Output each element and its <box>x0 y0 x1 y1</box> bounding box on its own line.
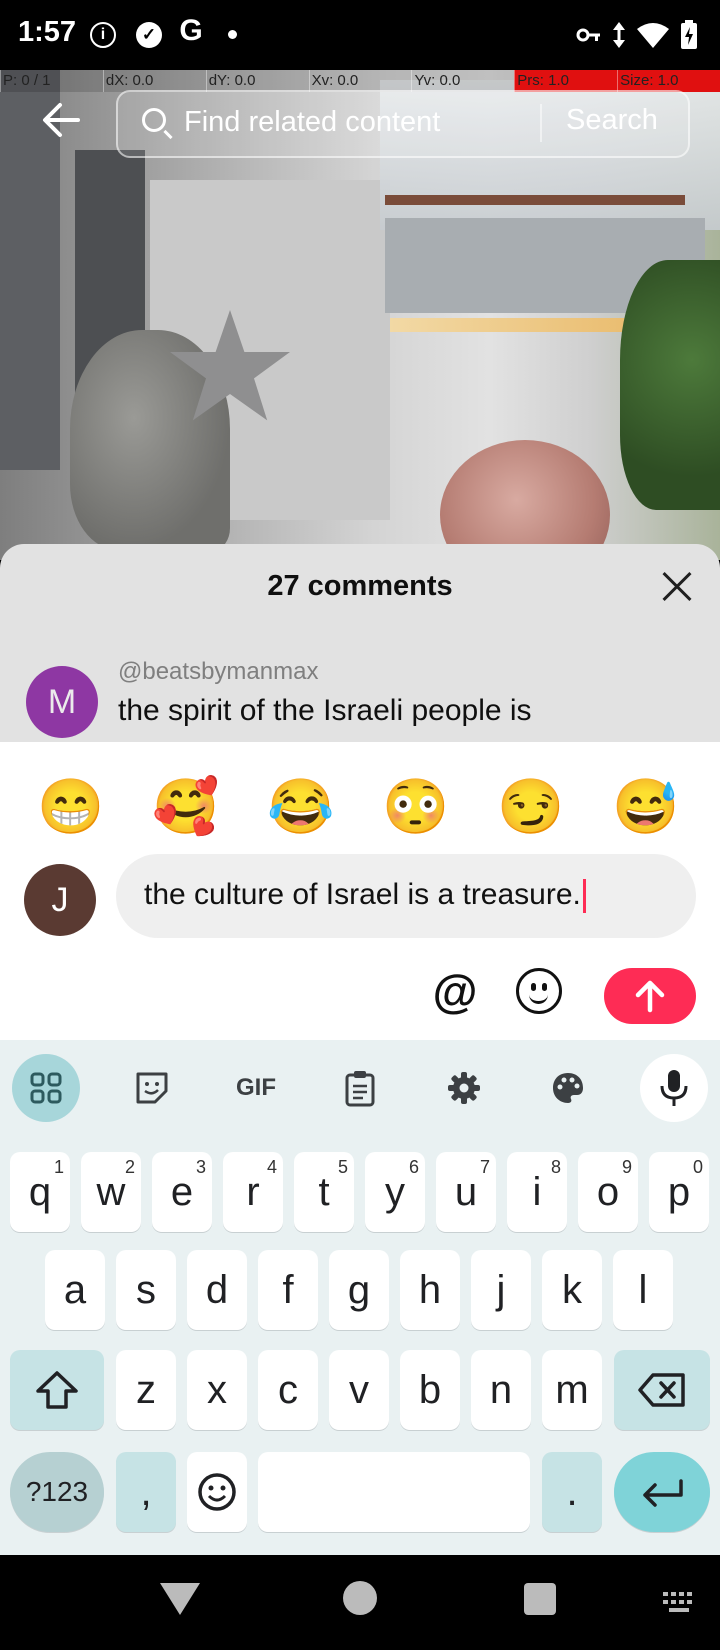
key-q[interactable]: q1 <box>10 1152 70 1232</box>
enter-arrow-icon <box>643 1479 683 1507</box>
key-s[interactable]: s <box>116 1250 176 1330</box>
key-g[interactable]: g <box>329 1250 389 1330</box>
gif-button[interactable]: GIF <box>222 1054 290 1122</box>
emoji-tears-of-joy[interactable]: 😂 <box>266 772 336 842</box>
comment-input-value: the culture of Israel is a treasure. <box>144 878 581 911</box>
pointer-size: Size: 1.0 <box>617 70 720 92</box>
space-key[interactable] <box>258 1452 530 1532</box>
pointer-dx: dX: 0.0 <box>102 70 206 92</box>
back-button[interactable] <box>38 95 88 145</box>
key-r[interactable]: r4 <box>223 1152 283 1232</box>
arrow-up-icon <box>635 980 665 1013</box>
clipboard-icon[interactable] <box>326 1054 394 1122</box>
palette-icon[interactable] <box>534 1054 602 1122</box>
smiley-icon <box>198 1473 236 1511</box>
data-arrows-icon <box>613 22 625 48</box>
key-d[interactable]: d <box>187 1250 247 1330</box>
home-circle-icon[interactable] <box>343 1581 377 1615</box>
enter-key[interactable] <box>614 1452 710 1532</box>
key-v[interactable]: v <box>329 1350 389 1430</box>
symbols-key[interactable]: ?123 <box>10 1452 104 1532</box>
sticker-icon[interactable] <box>118 1054 186 1122</box>
search-icon <box>142 108 166 132</box>
emoji-key[interactable] <box>187 1452 247 1532</box>
microphone-icon[interactable] <box>640 1054 708 1122</box>
shift-arrow-icon <box>36 1371 78 1409</box>
key-x[interactable]: x <box>187 1350 247 1430</box>
apps-grid-icon[interactable] <box>12 1054 80 1122</box>
back-triangle-icon[interactable] <box>160 1583 200 1615</box>
comment-input[interactable]: the culture of Israel is a treasure. <box>116 854 696 938</box>
shift-key[interactable] <box>10 1350 104 1430</box>
key-l[interactable]: l <box>613 1250 673 1330</box>
key-w[interactable]: w2 <box>81 1152 141 1232</box>
wifi-icon <box>637 23 669 48</box>
pointer-count: P: 0 / 1 <box>0 70 103 92</box>
comment-composer: 😁 🥰 😂 😳 😏 😅 J the culture of Israel is a… <box>0 742 720 1040</box>
key-k[interactable]: k <box>542 1250 602 1330</box>
key-m[interactable]: m <box>542 1350 602 1430</box>
pointer-location-overlay: P: 0 / 1 dX: 0.0 dY: 0.0 Xv: 0.0 Yv: 0.0… <box>0 70 720 92</box>
key-u[interactable]: u7 <box>436 1152 496 1232</box>
key-f[interactable]: f <box>258 1250 318 1330</box>
emoji-flushed[interactable]: 😳 <box>381 772 451 842</box>
mention-button[interactable]: @ <box>430 968 480 1018</box>
comma-key[interactable]: , <box>116 1452 176 1532</box>
info-icon: i <box>90 22 116 48</box>
check-circle-icon: ✓ <box>136 22 162 48</box>
key-n[interactable]: n <box>471 1350 531 1430</box>
text-cursor <box>582 879 586 914</box>
key-a[interactable]: a <box>45 1250 105 1330</box>
pointer-pressure: Prs: 1.0 <box>514 70 618 92</box>
pointer-xv: Xv: 0.0 <box>308 70 412 92</box>
key-i[interactable]: i8 <box>507 1152 567 1232</box>
keyboard-toolbar: GIF <box>0 1040 720 1140</box>
pointer-dy: dY: 0.0 <box>205 70 309 92</box>
recents-square-icon[interactable] <box>524 1583 556 1615</box>
period-key[interactable]: . <box>542 1452 602 1532</box>
key-e[interactable]: e3 <box>152 1152 212 1232</box>
search-divider <box>540 104 542 142</box>
settings-gear-icon[interactable] <box>430 1054 498 1122</box>
system-nav-bar <box>0 1555 720 1650</box>
key-p[interactable]: p0 <box>649 1152 709 1232</box>
key-y[interactable]: y6 <box>365 1152 425 1232</box>
send-button[interactable] <box>604 968 696 1024</box>
key-h[interactable]: h <box>400 1250 460 1330</box>
vpn-key-icon <box>576 28 600 42</box>
key-t[interactable]: t5 <box>294 1152 354 1232</box>
search-button[interactable]: Search <box>566 104 658 137</box>
emoji-smiling-hearts[interactable]: 🥰 <box>151 772 221 842</box>
key-z[interactable]: z <box>116 1350 176 1430</box>
battery-charging-icon <box>681 20 697 49</box>
emoji-smirk[interactable]: 😏 <box>496 772 566 842</box>
key-c[interactable]: c <box>258 1350 318 1430</box>
user-avatar: J <box>24 864 96 936</box>
key-b[interactable]: b <box>400 1350 460 1430</box>
google-icon: G <box>179 14 203 47</box>
backspace-icon <box>638 1373 685 1407</box>
key-o[interactable]: o9 <box>578 1152 638 1232</box>
keyboard: GIF q1 w2 e3 r4 t5 y6 u7 i8 o9 p0 a s d … <box>0 1040 720 1555</box>
status-time: 1:57 <box>18 16 77 48</box>
status-bar: 1:57 i ✓ G <box>0 0 720 70</box>
dot-icon <box>228 30 237 39</box>
search-box[interactable]: Find related content Search <box>116 90 690 158</box>
search-input[interactable]: Find related content <box>184 106 440 139</box>
emoji-grin[interactable]: 😁 <box>36 772 106 842</box>
backspace-key[interactable] <box>614 1350 710 1430</box>
emoji-sweat-smile[interactable]: 😅 <box>611 772 681 842</box>
arrow-left-icon <box>43 103 80 137</box>
pointer-yv: Yv: 0.0 <box>411 70 514 92</box>
comments-dim-overlay <box>0 544 720 744</box>
emoji-picker-icon[interactable] <box>516 968 562 1014</box>
keyboard-switch-icon[interactable] <box>662 1591 698 1613</box>
key-j[interactable]: j <box>471 1250 531 1330</box>
